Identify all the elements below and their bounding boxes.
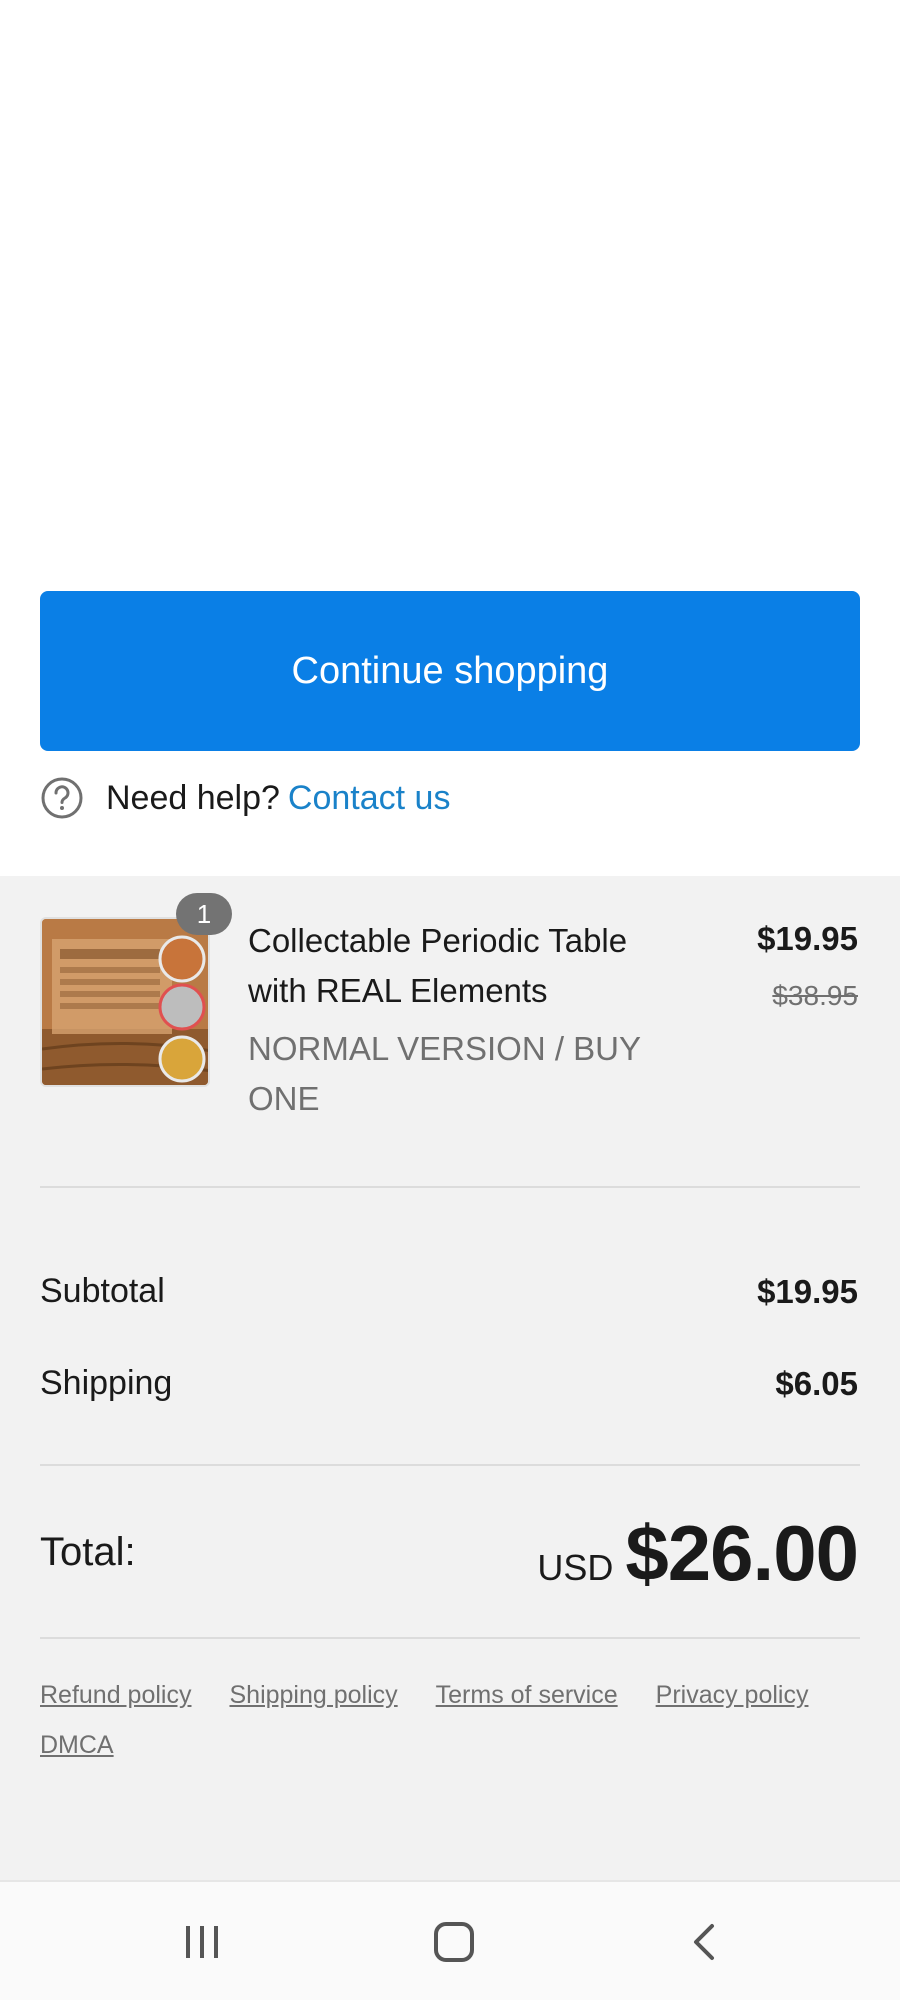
product-price: $19.95 (757, 920, 858, 957)
refund-policy-link[interactable]: Refund policy (40, 1680, 191, 1710)
divider (40, 1637, 860, 1639)
quantity-badge: 1 (176, 893, 232, 935)
divider (40, 1464, 860, 1466)
system-navigation-bar (0, 1880, 900, 2000)
home-icon[interactable] (424, 1912, 484, 1972)
policy-links: Refund policy Shipping policy Terms of s… (40, 1680, 860, 1760)
product-thumbnail-wrap: 1 (40, 893, 232, 1087)
privacy-policy-link[interactable]: Privacy policy (656, 1680, 809, 1710)
product-title: Collectable Periodic Table with REAL Ele… (248, 922, 628, 1009)
total-value: USD $26.00 (537, 1508, 859, 1599)
subtotal-value: $19.95 (757, 1273, 858, 1310)
help-text: Need help? (106, 778, 280, 817)
help-circle-icon (41, 777, 83, 819)
product-compare-price: $38.95 (772, 980, 858, 1011)
total-label: Total: (40, 1530, 136, 1574)
contact-us-link[interactable]: Contact us (288, 779, 451, 818)
dmca-link[interactable]: DMCA (40, 1730, 114, 1760)
shipping-label: Shipping (40, 1364, 173, 1402)
divider (40, 1186, 860, 1188)
recent-apps-icon[interactable] (172, 1912, 232, 1972)
product-variant: NORMAL VERSION / BUY ONE (248, 1030, 641, 1117)
continue-shopping-button[interactable]: Continue shopping (40, 591, 860, 751)
shipping-value: $6.05 (775, 1365, 858, 1402)
back-icon[interactable] (676, 1912, 736, 1972)
shipping-policy-link[interactable]: Shipping policy (229, 1680, 397, 1710)
help-row: Need help? Contact us (40, 776, 450, 820)
product-image (40, 917, 210, 1087)
currency-code: USD (537, 1547, 614, 1588)
subtotal-label: Subtotal (40, 1272, 165, 1310)
terms-of-service-link[interactable]: Terms of service (436, 1680, 618, 1710)
total-amount: $26.00 (625, 1509, 859, 1597)
